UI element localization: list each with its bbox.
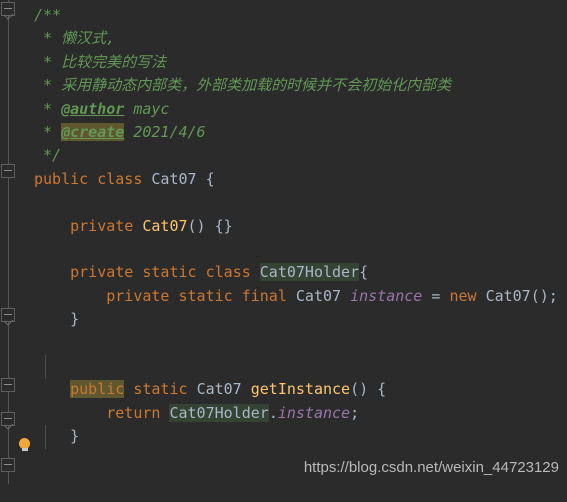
code-token: * bbox=[34, 52, 62, 71]
code-editor: /** * 懒汉式, * 比较完美的写法 * 采用静动态内部类，外部类加载的时候… bbox=[0, 0, 567, 502]
code-token: 采用静动态内部类，外部类加载的时候并不会初始化内部类 bbox=[61, 76, 452, 95]
code-token: Cat07 bbox=[151, 169, 197, 188]
code-token: * bbox=[34, 99, 62, 118]
code-token: private static class bbox=[70, 263, 260, 282]
code-token: instance bbox=[350, 286, 423, 305]
code-line[interactable]: * 比较完美的写法 bbox=[34, 51, 567, 74]
fold-line-method bbox=[4, 424, 13, 430]
code-token: Cat07 bbox=[142, 216, 188, 235]
code-token: () bbox=[350, 380, 369, 399]
code-line[interactable]: public static Cat07 getInstance() { bbox=[34, 378, 567, 401]
code-token: /** bbox=[34, 6, 62, 24]
code-token: instance bbox=[277, 403, 351, 422]
code-token: mayc bbox=[124, 99, 170, 118]
code-line[interactable]: * @author mayc bbox=[34, 98, 567, 121]
code-token: Cat07 bbox=[196, 380, 242, 399]
code-token: ; bbox=[350, 403, 360, 422]
code-token: return bbox=[106, 403, 161, 422]
watermark-url: https://blog.csdn.net/weixin_44723129 bbox=[303, 459, 559, 476]
code-line[interactable] bbox=[34, 238, 567, 261]
code-line[interactable]: private static class Cat07Holder{ bbox=[34, 261, 567, 284]
code-line[interactable] bbox=[34, 355, 567, 378]
code-token: { bbox=[196, 169, 215, 188]
code-token: 2021/4/6 bbox=[124, 122, 206, 141]
fold-line-inner-class bbox=[4, 320, 13, 326]
code-token: public bbox=[70, 380, 125, 399]
code-token: Cat07 bbox=[295, 286, 342, 305]
code-line[interactable]: * 采用静动态内部类，外部类加载的时候并不会初始化内部类 bbox=[34, 74, 567, 97]
code-line[interactable]: } bbox=[34, 425, 567, 448]
fold-marker-method-end[interactable] bbox=[1, 458, 15, 472]
fold-marker-inner-class-end[interactable] bbox=[1, 378, 15, 392]
code-line[interactable]: } bbox=[34, 308, 567, 331]
lightbulb-base bbox=[21, 448, 28, 451]
code-token: . bbox=[268, 403, 278, 422]
code-token: Cat07Holder bbox=[169, 403, 269, 422]
code-line[interactable]: return Cat07Holder.instance; bbox=[34, 402, 567, 425]
code-token: * bbox=[34, 76, 62, 95]
code-line[interactable] bbox=[34, 331, 567, 354]
editor-gutter bbox=[0, 0, 34, 502]
fold-line-comment-end bbox=[4, 14, 13, 20]
code-token: } bbox=[34, 310, 80, 329]
code-token: * bbox=[34, 122, 62, 141]
code-line[interactable]: private static final Cat07 instance = ne… bbox=[34, 285, 567, 308]
code-token: * bbox=[34, 29, 62, 48]
code-line[interactable]: * 懒汉式, bbox=[34, 27, 567, 50]
fold-marker-comment-end[interactable] bbox=[1, 164, 15, 178]
code-line[interactable]: */ bbox=[34, 144, 567, 167]
bottom-strip bbox=[0, 484, 567, 502]
code-token: static bbox=[124, 380, 197, 399]
code-token: } bbox=[34, 427, 80, 446]
code-token: getInstance bbox=[250, 380, 351, 399]
code-token: { bbox=[359, 263, 369, 282]
code-token: ; bbox=[548, 286, 558, 305]
code-token: 懒汉式, bbox=[61, 29, 116, 48]
code-token: Cat07Holder bbox=[259, 263, 360, 282]
code-line[interactable]: * @create 2021/4/6 bbox=[34, 121, 567, 144]
code-line[interactable]: private Cat07() {} bbox=[34, 215, 567, 238]
code-token: @create bbox=[61, 122, 125, 141]
code-line[interactable] bbox=[34, 191, 567, 214]
code-content[interactable]: /** * 懒汉式, * 比较完美的写法 * 采用静动态内部类，外部类加载的时候… bbox=[34, 0, 567, 448]
code-token: { bbox=[368, 380, 387, 399]
code-token: */ bbox=[34, 146, 62, 165]
code-token: () bbox=[530, 286, 549, 305]
code-token: () bbox=[187, 216, 206, 235]
code-token: public class bbox=[34, 169, 152, 188]
code-token: 比较完美的写法 bbox=[61, 52, 167, 71]
code-token: private bbox=[70, 216, 143, 235]
code-token: Cat07 bbox=[485, 286, 531, 305]
code-line[interactable]: public class Cat07 { bbox=[34, 168, 567, 191]
code-token: @author bbox=[61, 99, 125, 118]
code-token: private static final bbox=[106, 286, 296, 305]
code-token: new bbox=[449, 286, 477, 305]
lightbulb-icon[interactable] bbox=[18, 438, 31, 453]
code-line[interactable]: /** bbox=[34, 4, 567, 27]
code-token: {} bbox=[205, 216, 233, 235]
code-token: = bbox=[422, 286, 450, 305]
